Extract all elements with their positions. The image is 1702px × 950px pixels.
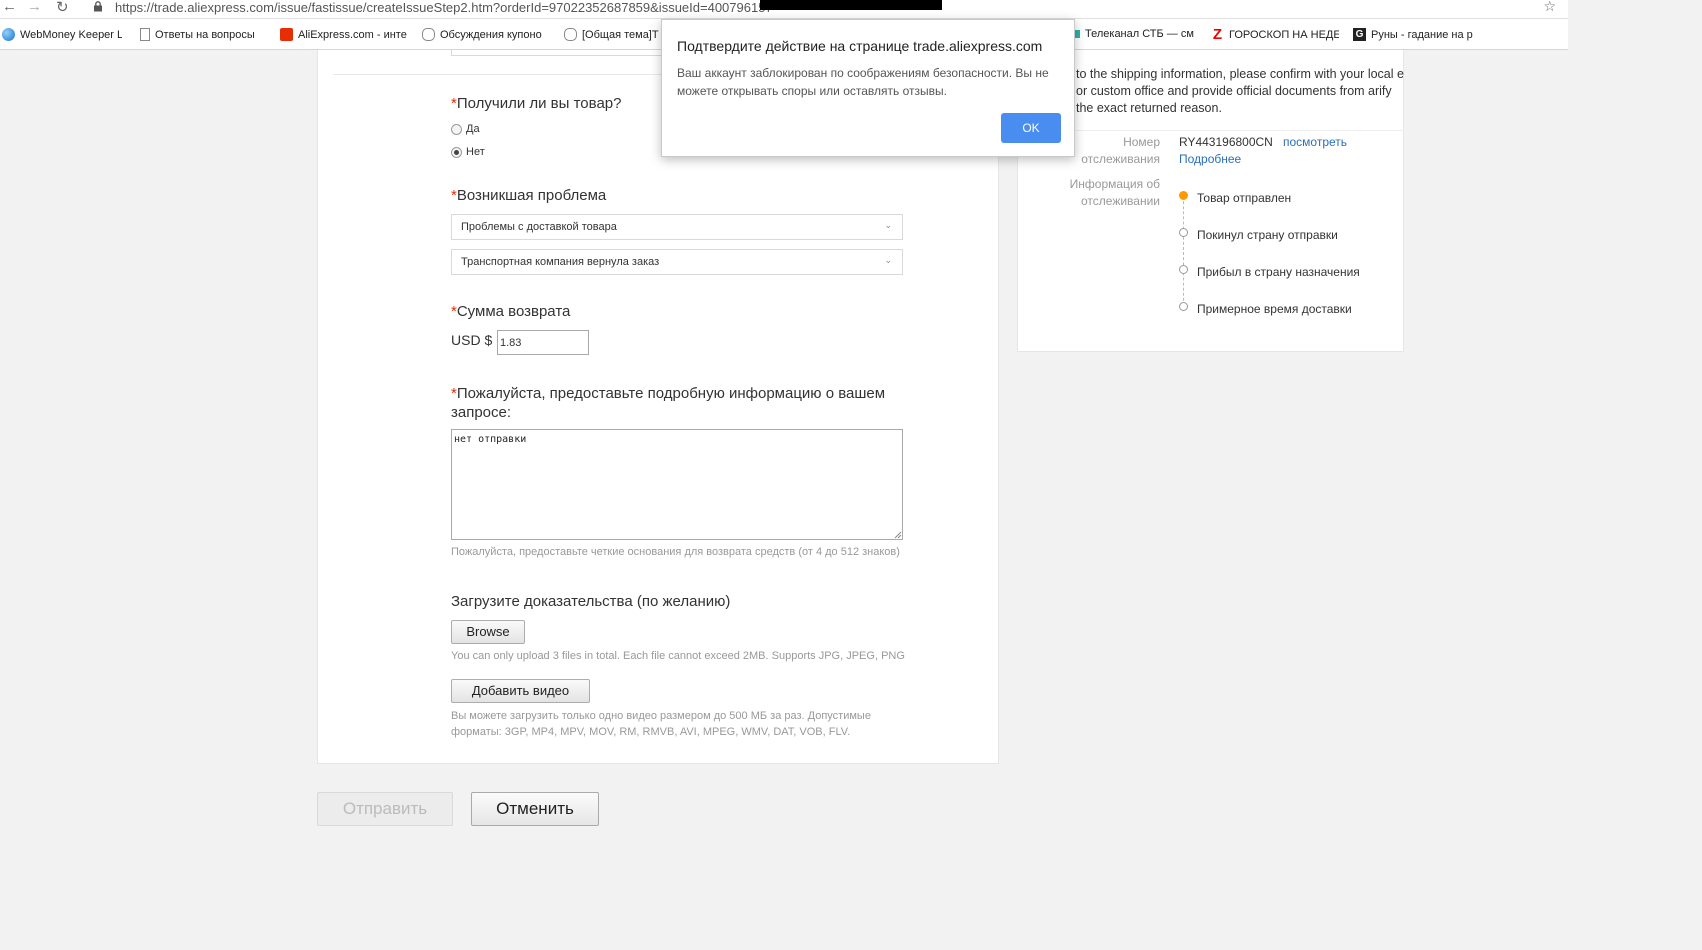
chevron-down-icon: ⌄ bbox=[884, 220, 892, 230]
browse-button[interactable]: Browse bbox=[451, 620, 525, 644]
refund-amount-input[interactable] bbox=[497, 330, 589, 355]
radio-option-yes[interactable]: Да bbox=[451, 123, 480, 135]
add-video-button[interactable]: Добавить видео bbox=[451, 679, 590, 703]
divider bbox=[1018, 130, 1404, 131]
submit-button[interactable]: Отправить bbox=[317, 792, 453, 826]
bookmark-item[interactable]: Z ГОРОСКОП НА НЕДЕ bbox=[1211, 28, 1339, 41]
timeline-dot bbox=[1179, 265, 1188, 274]
bookmark-item[interactable]: [Общая тема]Т bbox=[564, 28, 660, 41]
aliexpress-icon bbox=[280, 28, 293, 41]
details-hint: Пожалуйста, предоставьте четкие основани… bbox=[451, 546, 900, 558]
currency-label: USD $ bbox=[451, 332, 493, 348]
radio-button[interactable] bbox=[451, 146, 462, 158]
bookmark-item[interactable]: G Руны - гадание на р bbox=[1353, 28, 1479, 41]
confirm-dialog: Подтвердите действие на странице trade.a… bbox=[661, 19, 1075, 157]
view-tracking-link[interactable]: посмотреть bbox=[1283, 135, 1347, 149]
timeline-step: Примерное время доставки bbox=[1197, 302, 1352, 316]
bookmark-item[interactable]: Ответы на вопросы bbox=[140, 28, 262, 41]
chevron-down-icon: ⌄ bbox=[884, 255, 892, 265]
back-icon[interactable]: ← bbox=[2, 0, 17, 15]
more-details-link[interactable]: Подробнее bbox=[1179, 152, 1241, 166]
url-redaction bbox=[760, 0, 942, 10]
problem-type-select[interactable]: Проблемы с доставкой товара ⌄ bbox=[451, 214, 903, 240]
timeline-step: Товар отправлен bbox=[1197, 191, 1292, 205]
bookmark-item[interactable]: AliExpress.com - инте bbox=[280, 28, 408, 41]
evidence-title: Загрузите доказательства (по желанию) bbox=[451, 593, 731, 610]
refund-question: *Сумма возврата bbox=[451, 303, 571, 320]
chat-icon bbox=[564, 28, 577, 41]
resize-grip-icon[interactable] bbox=[893, 530, 902, 539]
timeline-dot bbox=[1179, 228, 1188, 237]
reload-icon[interactable]: ↻ bbox=[56, 0, 69, 16]
radio-option-no[interactable]: Нет bbox=[451, 146, 485, 158]
problem-question: *Возникшая проблема bbox=[451, 187, 607, 204]
details-textarea[interactable]: нет отправки bbox=[451, 429, 903, 540]
globe-icon bbox=[2, 28, 15, 41]
url-field[interactable]: https://trade.aliexpress.com/issue/fasti… bbox=[115, 0, 773, 15]
bookmark-star-icon[interactable]: ☆ bbox=[1543, 0, 1556, 15]
radio-button[interactable] bbox=[451, 123, 462, 135]
z-icon: Z bbox=[1212, 28, 1223, 41]
tracking-info-label: Информация об отслеживании bbox=[1069, 177, 1160, 208]
video-hint: Вы можете загрузить только одно видео ра… bbox=[451, 710, 871, 738]
dialog-title: Подтвердите действие на странице trade.a… bbox=[677, 38, 1043, 54]
timeline-step: Покинул страну отправки bbox=[1197, 228, 1338, 242]
tracking-number: RY443196800CN bbox=[1179, 135, 1273, 149]
bookmark-item[interactable]: Телеканал СТБ — см bbox=[1074, 28, 1198, 40]
dialog-message: Ваш аккаунт заблокирован по соображениям… bbox=[677, 66, 1049, 98]
timeline-line bbox=[1183, 196, 1184, 306]
timeline-dot-active bbox=[1179, 191, 1188, 200]
problem-reason-select[interactable]: Транспортная компания вернула заказ ⌄ bbox=[451, 249, 903, 275]
bookmark-item[interactable]: Обсуждения купоно bbox=[422, 28, 548, 41]
forward-icon[interactable]: → bbox=[27, 0, 42, 15]
cancel-button[interactable]: Отменить bbox=[471, 792, 599, 826]
details-question: *Пожалуйста, предоставьте подробную инфо… bbox=[451, 385, 886, 421]
page-icon bbox=[140, 28, 150, 41]
received-question: *Получили ли вы товар? bbox=[451, 95, 622, 112]
bookmark-item[interactable]: WebMoney Keeper L bbox=[2, 28, 122, 41]
browse-hint: You can only upload 3 files in total. Ea… bbox=[451, 650, 905, 662]
lock-icon bbox=[94, 1, 102, 12]
chat-icon bbox=[422, 28, 435, 41]
timeline-dot bbox=[1179, 302, 1188, 311]
ok-button[interactable]: OK bbox=[1001, 113, 1061, 143]
g-icon: G bbox=[1353, 28, 1366, 41]
shipping-note: to the shipping information, please conf… bbox=[1076, 67, 1404, 115]
address-bar: ← → ↻ https://trade.aliexpress.com/issue… bbox=[0, 0, 1568, 19]
timeline-step: Прибыл в страну назначения bbox=[1197, 265, 1360, 279]
